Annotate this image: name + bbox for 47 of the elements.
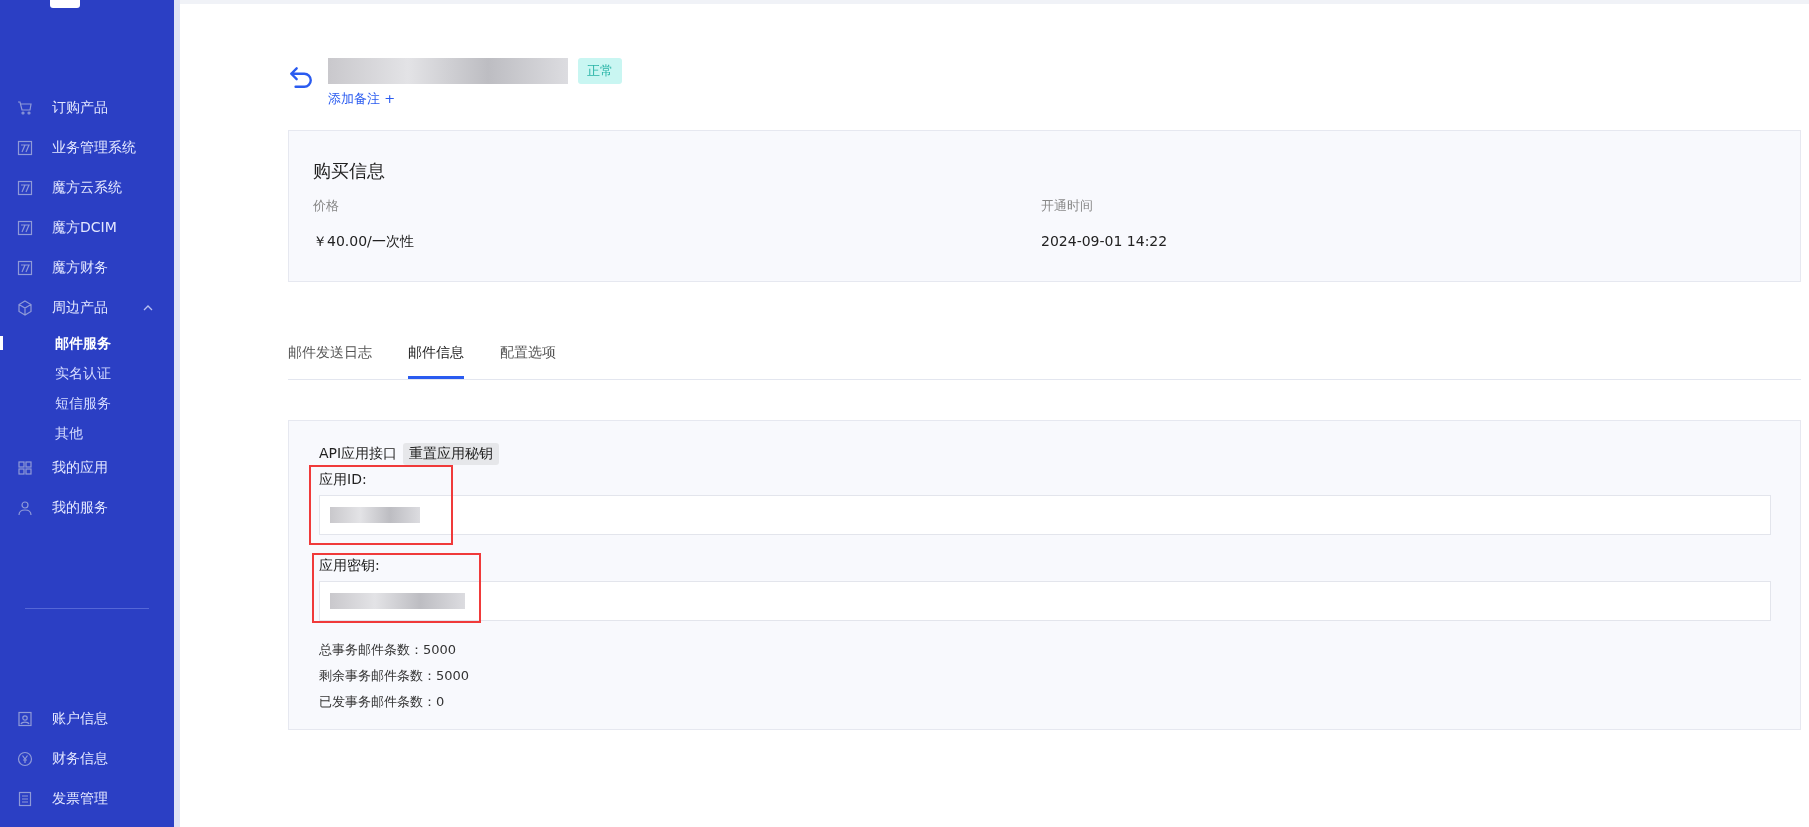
logo-mark-icon xyxy=(17,180,33,196)
logo-mark-icon xyxy=(17,260,33,276)
sidebar-item[interactable]: 我的应用 xyxy=(0,448,174,488)
sidebar-item[interactable]: 周边产品 xyxy=(0,288,174,328)
back-arrow-icon[interactable] xyxy=(288,64,314,90)
field-value: 2024-09-01 14:22 xyxy=(1041,233,1169,249)
status-tag: 正常 xyxy=(578,58,622,84)
add-note-link[interactable]: 添加备注 + xyxy=(328,90,396,108)
sidebar-item[interactable]: 魔方财务 xyxy=(0,248,174,288)
field-label: 价格 xyxy=(313,197,340,215)
logo-mark-icon xyxy=(17,220,33,236)
sidebar-subitem[interactable]: 实名认证 xyxy=(0,358,174,388)
sidebar-item[interactable]: 业务管理系统 xyxy=(0,128,174,168)
sidebar-item[interactable]: 订购产品 xyxy=(0,88,174,128)
document-icon xyxy=(17,791,33,807)
sidebar-item[interactable]: 魔方云系统 xyxy=(0,168,174,208)
section-label: API应用接口 xyxy=(319,445,398,463)
sidebar-subitem[interactable]: 短信服务 xyxy=(0,388,174,418)
sidebar-item[interactable]: 账户信息 xyxy=(0,699,174,739)
logo-icon xyxy=(50,0,80,8)
yen-coin-icon xyxy=(17,751,33,767)
sidebar-subitem[interactable]: 其他 xyxy=(0,418,174,448)
reset-secret-button[interactable]: 重置应用秘钥 xyxy=(403,443,500,465)
stat-text: 剩余事务邮件条数：5000 xyxy=(319,667,471,685)
card-title: 购买信息 xyxy=(313,159,386,183)
sidebar-item[interactable]: 魔方DCIM xyxy=(0,208,174,248)
tab[interactable]: 邮件信息 xyxy=(408,344,464,379)
field-value: ￥40.00/一次性 xyxy=(313,233,415,251)
user-icon xyxy=(17,500,33,516)
field-label: 应用密钥: xyxy=(319,557,381,575)
stat-text: 已发事务邮件条数：0 xyxy=(319,693,446,711)
logo-mark-icon xyxy=(17,140,33,156)
tab[interactable]: 邮件发送日志 xyxy=(288,344,372,379)
stat-text: 总事务邮件条数：5000 xyxy=(319,641,458,659)
grid-icon xyxy=(17,460,33,476)
tab[interactable]: 配置选项 xyxy=(500,344,556,379)
id-card-icon xyxy=(17,711,33,727)
sidebar-item[interactable]: 我的服务 xyxy=(0,488,174,528)
sidebar-item[interactable]: 财务信息 xyxy=(0,739,174,779)
sidebar-subitem[interactable]: 邮件服务 xyxy=(0,328,174,358)
sidebar-item[interactable]: 发票管理 xyxy=(0,779,174,819)
input-field[interactable] xyxy=(319,495,1771,535)
field-label: 开通时间 xyxy=(1041,197,1094,215)
input-field[interactable] xyxy=(319,581,1771,621)
field-label: 应用ID: xyxy=(319,471,368,489)
cube-icon xyxy=(17,300,33,316)
cart-icon xyxy=(17,100,33,116)
